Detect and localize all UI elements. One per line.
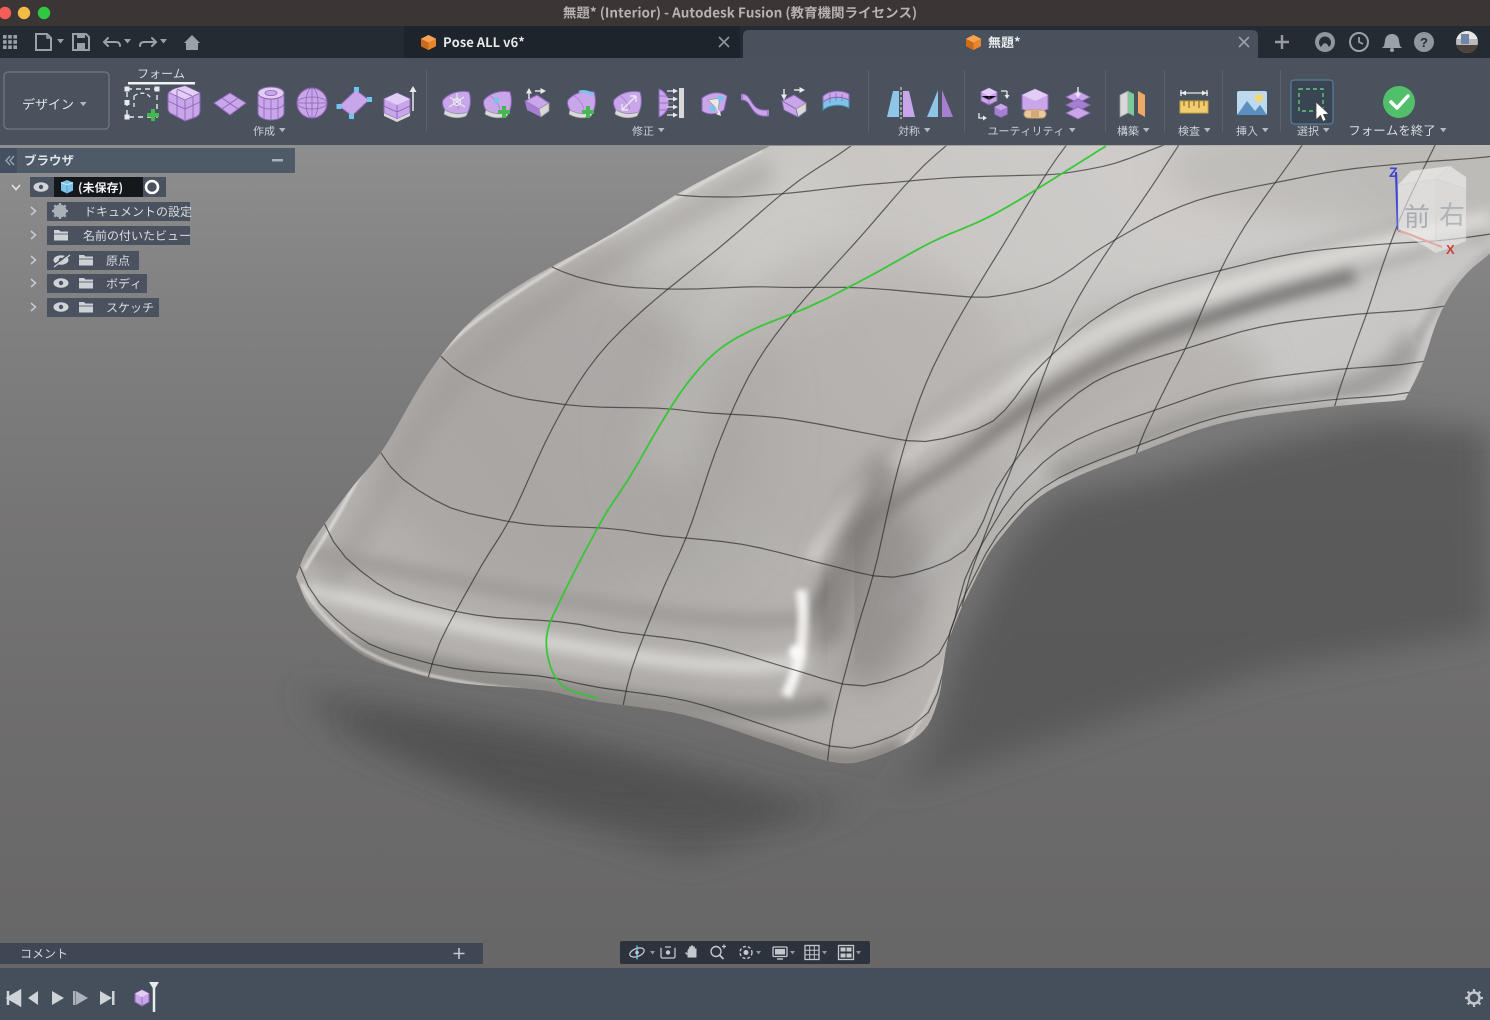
svg-text:X: X bbox=[1446, 242, 1455, 257]
svg-text:?: ? bbox=[1420, 35, 1428, 50]
svg-text:Z: Z bbox=[1389, 164, 1398, 180]
